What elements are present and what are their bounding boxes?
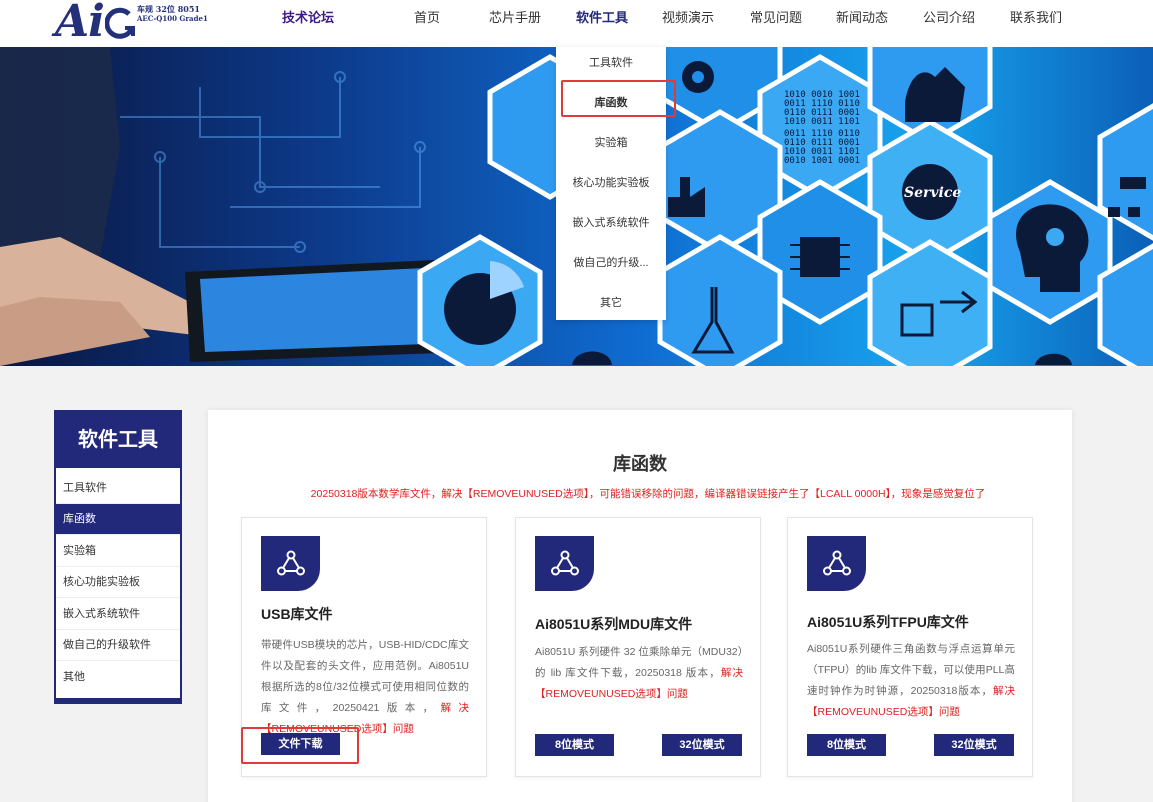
dropdown-item-experiment-box[interactable]: 实验箱 xyxy=(556,134,666,150)
site-header: Ai 车规 32位 8051 AEC-Q100 Grade1 技术论坛 首页 芯… xyxy=(0,0,1153,47)
card-title: USB库文件 xyxy=(261,606,333,622)
card-description: Ai8051U 系列硬件 32 位乘除单元（MDU32）的 lib 库文件下载，… xyxy=(535,646,744,700)
card-mdu-library: Ai8051U系列MDU库文件 Ai8051U 系列硬件 32 位乘除单元（MD… xyxy=(515,517,761,777)
dropdown-item-core-board[interactable]: 核心功能实验板 xyxy=(556,174,666,190)
update-notice: 20250318版本数学库文件，解决【REMOVEUNUSED选项】，可能错误移… xyxy=(310,488,986,500)
nav-software-tools[interactable]: 软件工具 xyxy=(576,7,628,26)
nav-about[interactable]: 公司介绍 xyxy=(923,7,975,26)
logo-swoosh-icon xyxy=(105,7,135,39)
svg-text:1010 0011 1101: 1010 0011 1101 xyxy=(784,117,860,127)
share-network-icon xyxy=(261,536,320,591)
page-title: 库函数 xyxy=(613,454,667,474)
svg-text:0010 1001 0001: 0010 1001 0001 xyxy=(784,156,860,166)
nav-chip-manual[interactable]: 芯片手册 xyxy=(489,7,541,26)
sidebar-item-other[interactable]: 其他 xyxy=(56,662,180,693)
svg-text:Service: Service xyxy=(904,185,961,201)
32bit-mode-button[interactable]: 32位模式 xyxy=(662,734,742,756)
nav-tech-forum[interactable]: 技术论坛 xyxy=(282,7,334,26)
nav-news[interactable]: 新闻动态 xyxy=(836,7,888,26)
nav-home[interactable]: 首页 xyxy=(414,7,440,26)
sidebar-item-embedded-software[interactable]: 嵌入式系统软件 xyxy=(56,599,180,630)
card-title: Ai8051U系列MDU库文件 xyxy=(535,616,693,632)
sidebar-item-library-functions[interactable]: 库函数 xyxy=(56,504,180,535)
sidebar-item-upgrade-software[interactable]: 做自己的升级软件 xyxy=(56,630,180,661)
sidebar-item-tool-software[interactable]: 工具软件 xyxy=(56,473,180,504)
card-description: Ai8051U系列硬件三角函数与浮点运算单元（TFPU）的lib 库文件下载，可… xyxy=(807,643,1016,718)
32bit-mode-button[interactable]: 32位模式 xyxy=(934,734,1014,756)
share-network-icon xyxy=(535,536,594,591)
logo-wordmark: Ai xyxy=(55,0,105,47)
nav-video-demo[interactable]: 视频演示 xyxy=(662,7,714,26)
nav-faq[interactable]: 常见问题 xyxy=(750,7,802,26)
dropdown-item-tool-software[interactable]: 工具软件 xyxy=(556,54,666,70)
card-description: 带硬件USB模块的芯片，USB-HID/CDC库文件以及配套的头文件，应用范例。… xyxy=(261,639,469,735)
sidebar-footer-bar xyxy=(56,698,180,702)
nav-contact[interactable]: 联系我们 xyxy=(1010,7,1062,26)
logo-subtitle-2: AEC-Q100 Grade1 xyxy=(137,14,208,23)
share-network-icon xyxy=(807,536,866,591)
dropdown-item-other[interactable]: 其它 xyxy=(556,294,666,310)
card-tfpu-library: Ai8051U系列TFPU库文件 Ai8051U系列硬件三角函数与浮点运算单元（… xyxy=(787,517,1033,777)
sidebar-item-experiment-box[interactable]: 实验箱 xyxy=(56,536,180,567)
sidebar-title: 软件工具 xyxy=(56,410,180,468)
dropdown-item-upgrade-software[interactable]: 做自己的升级... xyxy=(556,254,666,270)
card-title: Ai8051U系列TFPU库文件 xyxy=(807,614,969,630)
dropdown-selection-highlight xyxy=(561,80,676,117)
dropdown-item-embedded-software[interactable]: 嵌入式系统软件 xyxy=(556,214,666,230)
8bit-mode-button[interactable]: 8位模式 xyxy=(535,734,614,756)
download-button-highlight xyxy=(241,727,359,764)
8bit-mode-button[interactable]: 8位模式 xyxy=(807,734,886,756)
sidebar: 软件工具 工具软件 库函数 实验箱 核心功能实验板 嵌入式系统软件 做自己的升级… xyxy=(54,410,182,704)
sidebar-item-core-board[interactable]: 核心功能实验板 xyxy=(56,567,180,598)
company-logo[interactable]: Ai 车规 32位 8051 AEC-Q100 Grade1 xyxy=(55,0,215,47)
